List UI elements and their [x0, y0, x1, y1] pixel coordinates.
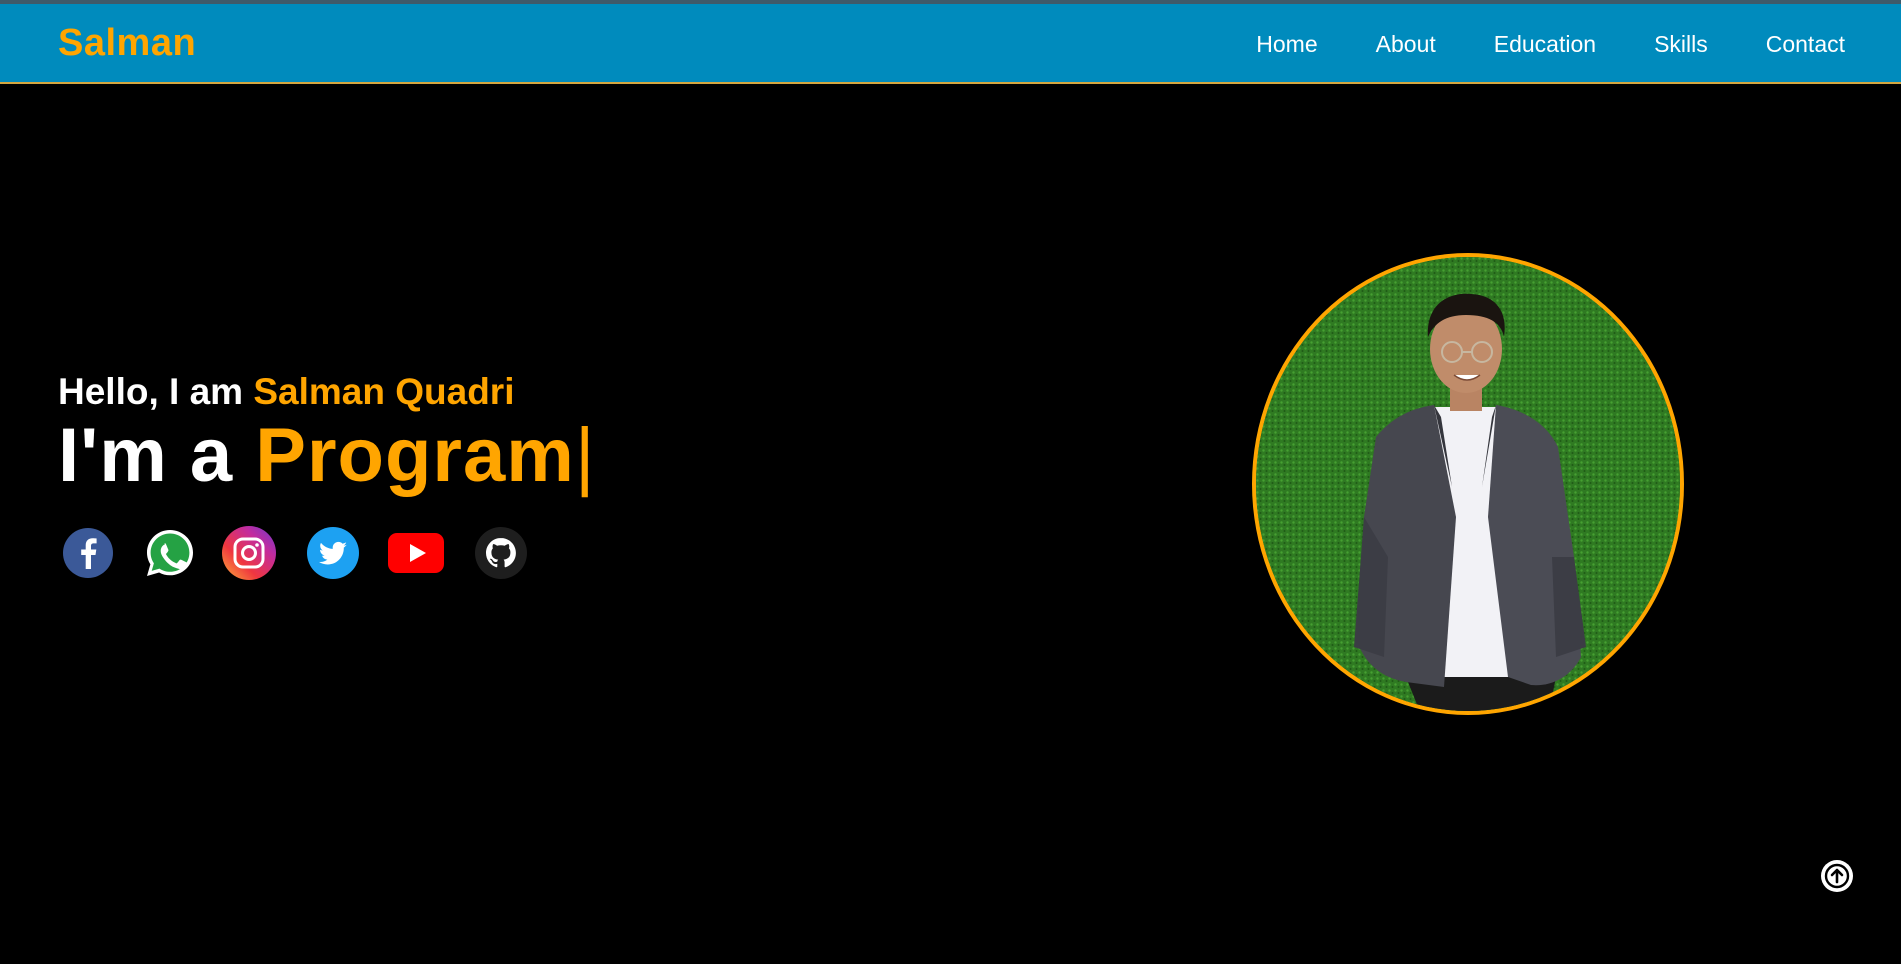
- nav-link-contact[interactable]: Contact: [1766, 31, 1845, 58]
- role-typed-text: Program: [255, 413, 575, 498]
- hero-role: I'm a Program|: [58, 414, 596, 498]
- scroll-to-top-button[interactable]: [1821, 860, 1853, 892]
- hero-name: Salman Quadri: [253, 371, 515, 412]
- twitter-icon[interactable]: [306, 526, 360, 585]
- person-illustration: [1256, 257, 1680, 711]
- role-prefix: I'm a: [58, 413, 256, 498]
- facebook-icon[interactable]: [62, 527, 114, 584]
- youtube-icon[interactable]: [388, 533, 444, 578]
- greeting-text: Hello, I am: [58, 371, 254, 412]
- github-icon[interactable]: [474, 526, 528, 585]
- social-links: [62, 526, 528, 585]
- nav-link-home[interactable]: Home: [1256, 31, 1317, 58]
- nav-link-about[interactable]: About: [1376, 31, 1436, 58]
- arrow-up-icon: [1822, 861, 1852, 891]
- nav-link-skills[interactable]: Skills: [1654, 31, 1708, 58]
- whatsapp-icon[interactable]: [144, 527, 196, 584]
- nav-link-education[interactable]: Education: [1494, 31, 1596, 58]
- nav-links: Home About Education Skills Contact: [1256, 31, 1845, 58]
- typing-cursor: |: [574, 413, 596, 498]
- profile-photo: [1252, 253, 1684, 715]
- navbar: Salman Home About Education Skills Conta…: [0, 4, 1901, 84]
- hero-intro: Hello, I am Salman Quadri I'm a Program|: [58, 370, 596, 498]
- hero-greeting: Hello, I am Salman Quadri: [58, 370, 596, 414]
- site-logo[interactable]: Salman: [58, 22, 196, 65]
- instagram-icon[interactable]: [222, 526, 276, 585]
